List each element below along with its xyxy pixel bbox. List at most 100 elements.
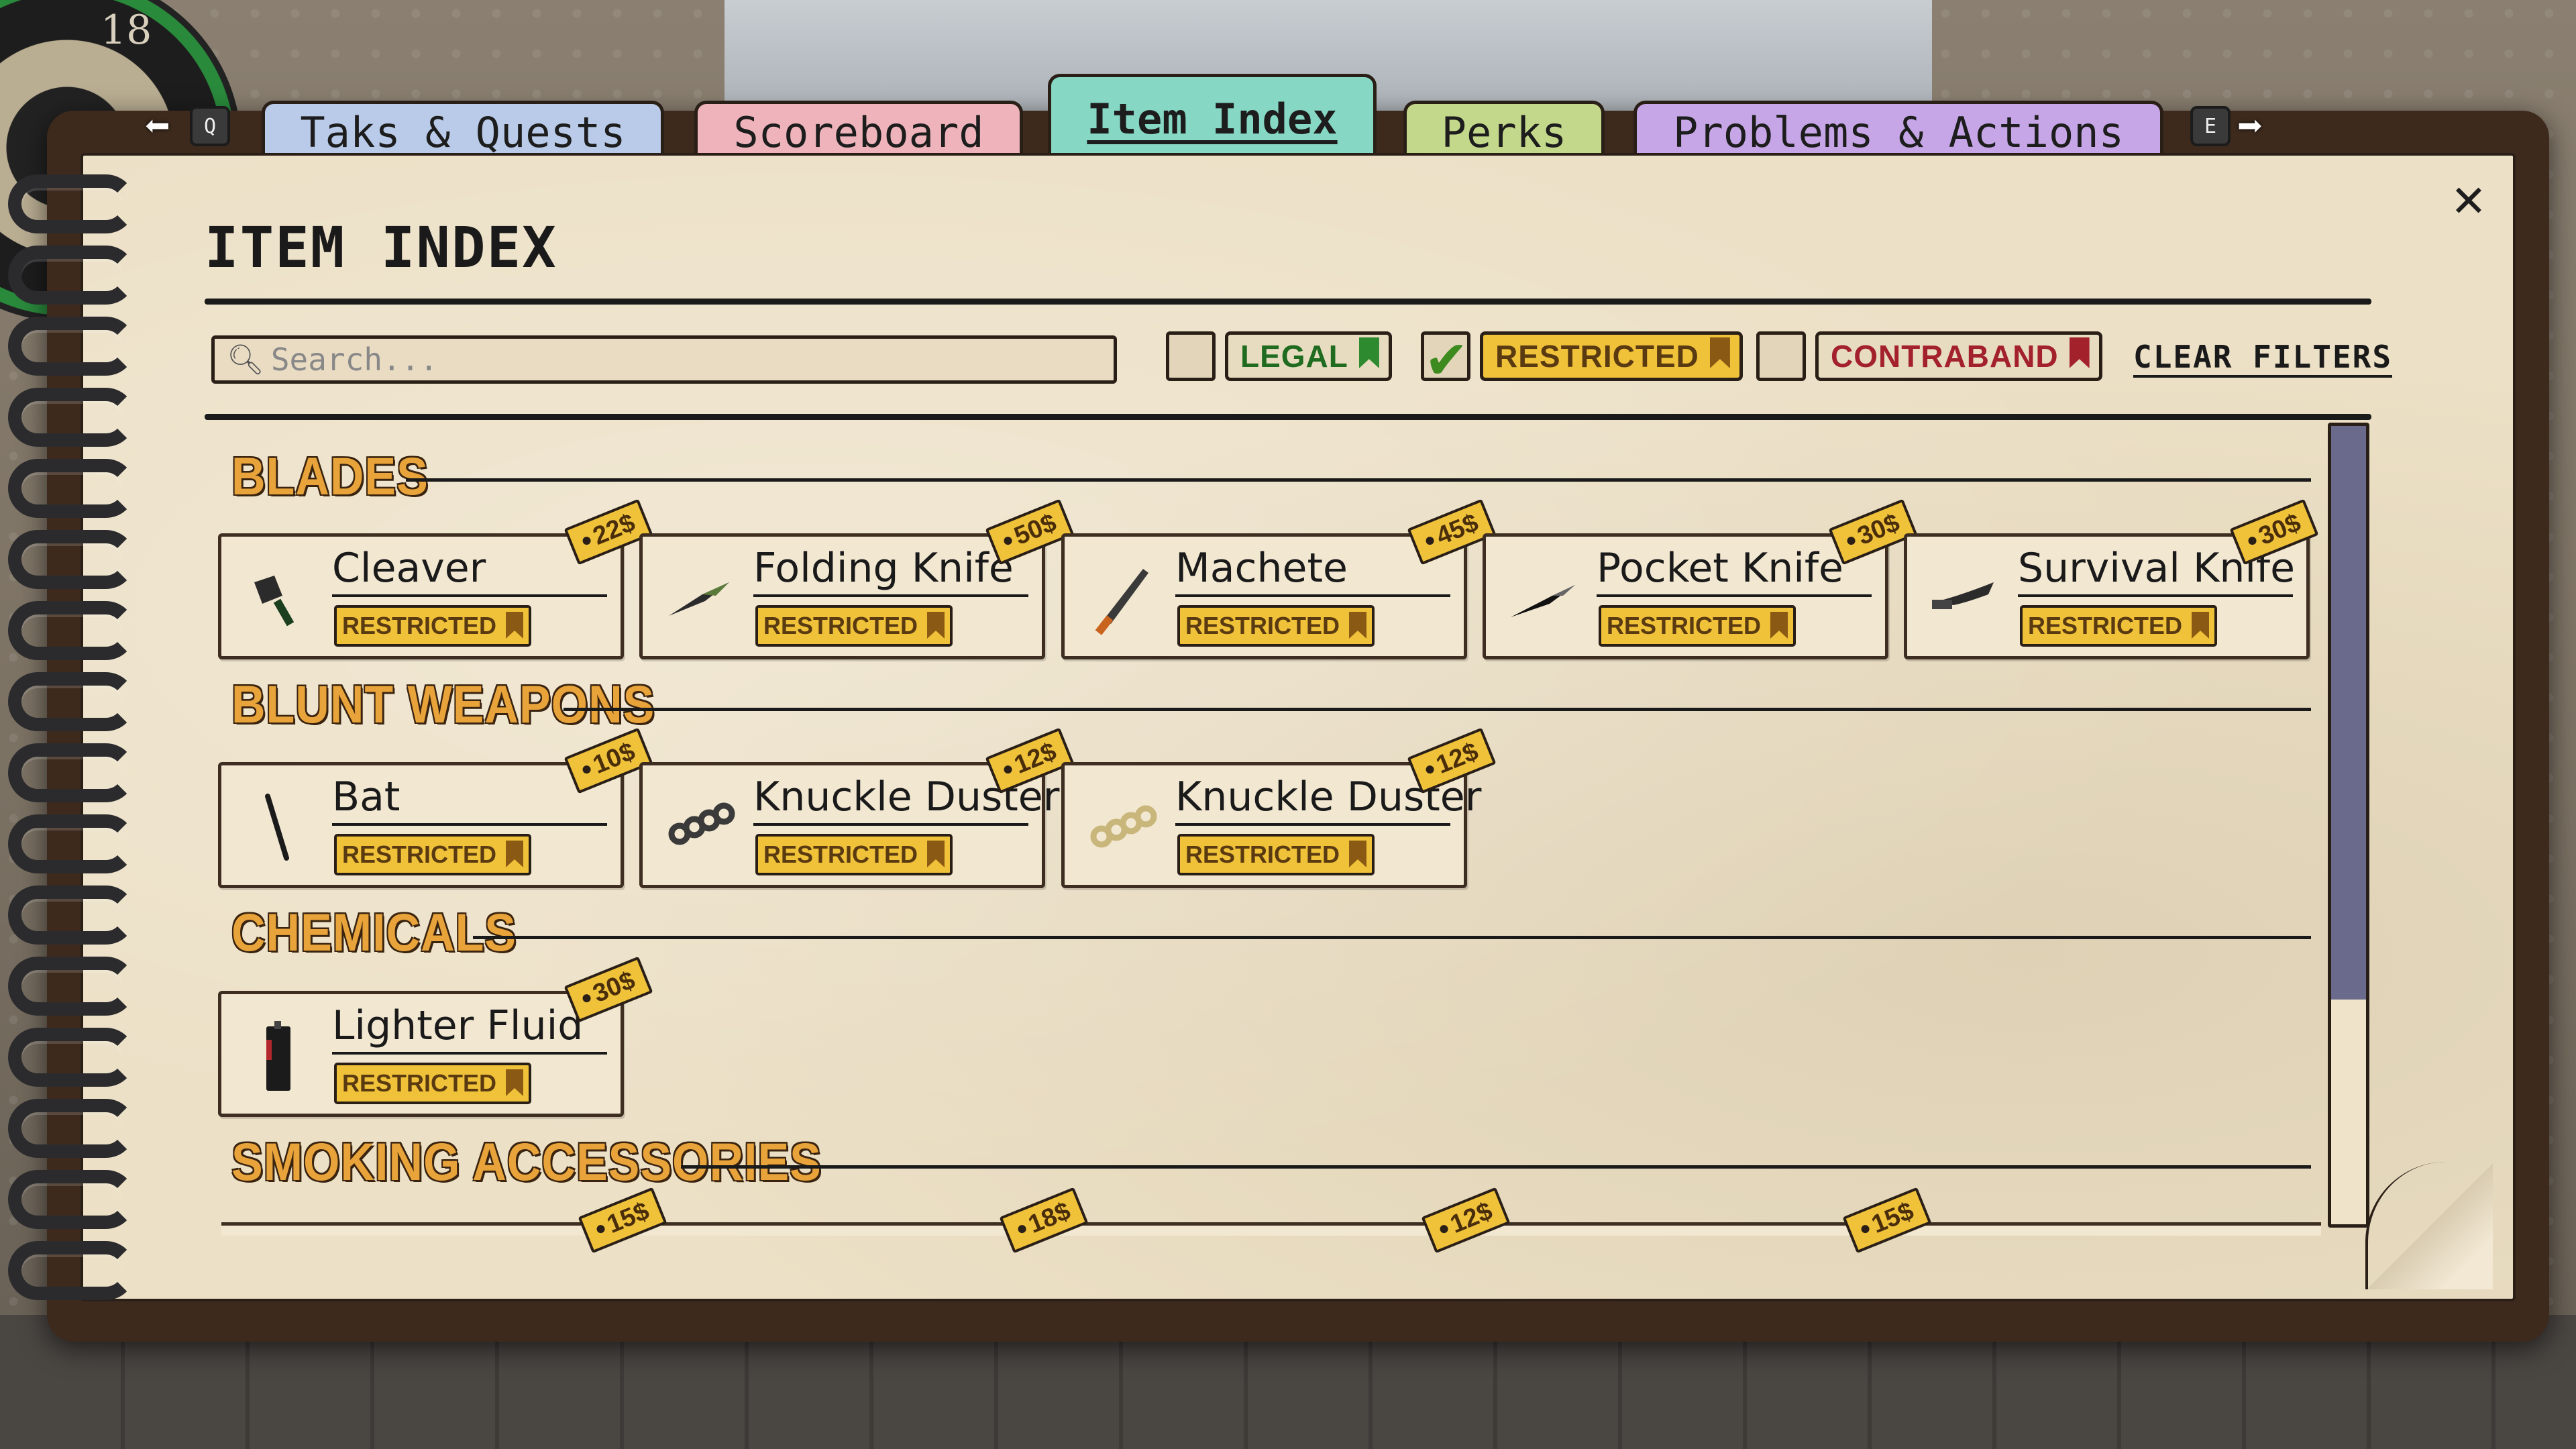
contraband-badge: CONTRABAND: [1815, 331, 2102, 381]
spiral-ring: [8, 388, 136, 447]
item-name: Bat: [332, 773, 607, 826]
bookmark-icon: [506, 612, 524, 639]
tab-item-index[interactable]: Item Index: [1048, 74, 1377, 161]
tab-scoreboard[interactable]: Scoreboard: [694, 101, 1023, 161]
survival-knife-icon: [1923, 562, 2004, 636]
spiral-ring: [8, 1241, 136, 1300]
item-card-survival-knife[interactable]: Survival Knife RESTRICTED 30$: [1904, 498, 2319, 659]
section-divider: [681, 1165, 2311, 1169]
spiral-ring: [8, 814, 136, 873]
item-name: Knuckle Duster: [1175, 773, 1481, 826]
bookmark-icon: [506, 841, 524, 867]
spiral-ring: [8, 957, 136, 1016]
bookmark-icon: [1770, 612, 1788, 639]
spiral-ring: [8, 743, 136, 802]
bookmark-icon: [2069, 337, 2090, 368]
spiral-ring: [8, 530, 136, 589]
machete-icon: [1081, 562, 1161, 636]
section-title-chemicals: CHEMICALS: [231, 903, 517, 962]
restricted-checkbox[interactable]: ✔: [1421, 321, 1470, 392]
spiral-ring: [8, 885, 136, 945]
legal-checkbox[interactable]: [1166, 331, 1216, 381]
spiral-ring: [8, 672, 136, 731]
partial-item-row: [221, 1222, 2321, 1236]
tab-label: Item Index: [1087, 95, 1338, 144]
contraband-label: CONTRABAND: [1831, 339, 2059, 374]
scrollbar-thumb[interactable]: [2331, 426, 2366, 1000]
search-field[interactable]: 🔍︎: [211, 335, 1117, 384]
item-card-bat[interactable]: Bat RESTRICTED 10$: [218, 727, 653, 888]
status-badge: RESTRICTED: [334, 605, 532, 647]
tab-problems-actions[interactable]: Problems & Actions: [1633, 101, 2163, 161]
status-badge: RESTRICTED: [334, 1063, 532, 1104]
tab-label: Scoreboard: [733, 108, 984, 157]
dartboard-number: 18: [101, 7, 152, 54]
folding-knife-icon: [659, 562, 739, 636]
cleaver-icon: [237, 562, 318, 636]
bookmark-icon: [1349, 841, 1367, 867]
section-divider: [406, 478, 2311, 482]
status-badge: RESTRICTED: [334, 834, 532, 875]
status-badge: RESTRICTED: [1177, 834, 1375, 875]
spiral-ring: [8, 1099, 136, 1158]
page-title: ITEM INDEX: [205, 215, 557, 280]
bookmark-icon: [927, 841, 945, 867]
spiral-binding: [8, 174, 142, 1300]
bookmark-icon: [1709, 337, 1730, 368]
spiral-ring: [8, 1170, 136, 1229]
item-card-knuckle-duster[interactable]: Knuckle Duster RESTRICTED 12$: [639, 727, 1075, 888]
filter-divider: [205, 414, 2371, 420]
legal-badge: LEGAL: [1225, 331, 1392, 381]
item-card-folding-knife[interactable]: Folding Knife RESTRICTED 50$: [639, 498, 1075, 659]
item-card-pocket-knife[interactable]: Pocket Knife RESTRICTED 30$: [1483, 498, 1918, 659]
spiral-ring: [8, 174, 136, 233]
tab-label: Problems & Actions: [1673, 108, 2124, 157]
item-card-gold-knuckle-duster[interactable]: Knuckle Duster RESTRICTED 12$: [1061, 727, 1497, 888]
scrollbar[interactable]: [2328, 423, 2369, 1228]
prev-tab-key[interactable]: Q: [190, 106, 230, 146]
title-divider: [205, 299, 2371, 305]
spiral-ring: [8, 601, 136, 660]
bat-icon: [237, 791, 318, 865]
restricted-badge: RESTRICTED: [1480, 331, 1743, 381]
tab-perks[interactable]: Perks: [1403, 101, 1605, 161]
item-name: Machete: [1175, 545, 1450, 597]
item-card-lighter-fluid[interactable]: Lighter Fluid RESTRICTED 30$: [218, 956, 653, 1117]
section-title-smoking-accessories: SMOKING ACCESSORIES: [231, 1132, 822, 1191]
status-badge: RESTRICTED: [1599, 605, 1796, 647]
item-name: Knuckle Duster: [753, 773, 1059, 826]
bookmark-icon: [506, 1069, 524, 1096]
arrow-left-icon[interactable]: ⬅: [144, 102, 170, 152]
item-name: Cleaver: [332, 545, 607, 597]
item-name: Folding Knife: [753, 545, 1028, 597]
spiral-ring: [8, 317, 136, 376]
item-card-machete[interactable]: Machete RESTRICTED 45$: [1061, 498, 1497, 659]
status-badge: RESTRICTED: [755, 605, 953, 647]
spiral-ring: [8, 246, 136, 305]
clear-filters-button[interactable]: CLEAR FILTERS: [2133, 339, 2393, 378]
item-card-cleaver[interactable]: Cleaver RESTRICTED 22$: [218, 498, 653, 659]
page-curl: [2365, 1162, 2493, 1289]
item-name: Pocket Knife: [1597, 545, 1872, 597]
filter-legal[interactable]: LEGAL: [1166, 329, 1392, 384]
section-divider: [564, 708, 2311, 711]
close-icon[interactable]: ✕: [2442, 171, 2496, 225]
spiral-ring: [8, 1028, 136, 1087]
status-badge: RESTRICTED: [1177, 605, 1375, 647]
item-name: Lighter Fluid: [332, 1002, 607, 1055]
bookmark-icon: [1358, 337, 1379, 368]
pocket-knife-icon: [1502, 562, 1582, 636]
next-tab-key[interactable]: E: [2190, 106, 2231, 146]
restricted-label: RESTRICTED: [1495, 339, 1699, 374]
bookmark-icon: [927, 612, 945, 639]
section-title-blunt-weapons: BLUNT WEAPONS: [231, 675, 655, 734]
contraband-checkbox[interactable]: [1756, 331, 1806, 381]
tab-tasks-quests[interactable]: Taks & Quests: [262, 101, 664, 161]
arrow-right-icon[interactable]: ➡: [2237, 102, 2263, 152]
legal-label: LEGAL: [1240, 339, 1348, 374]
tab-label: Perks: [1441, 108, 1567, 157]
gold-knuckle-duster-icon: [1081, 791, 1161, 865]
search-input[interactable]: [270, 341, 1076, 378]
filter-restricted[interactable]: ✔ RESTRICTED: [1421, 321, 1743, 392]
filter-contraband[interactable]: CONTRABAND: [1756, 329, 2102, 384]
